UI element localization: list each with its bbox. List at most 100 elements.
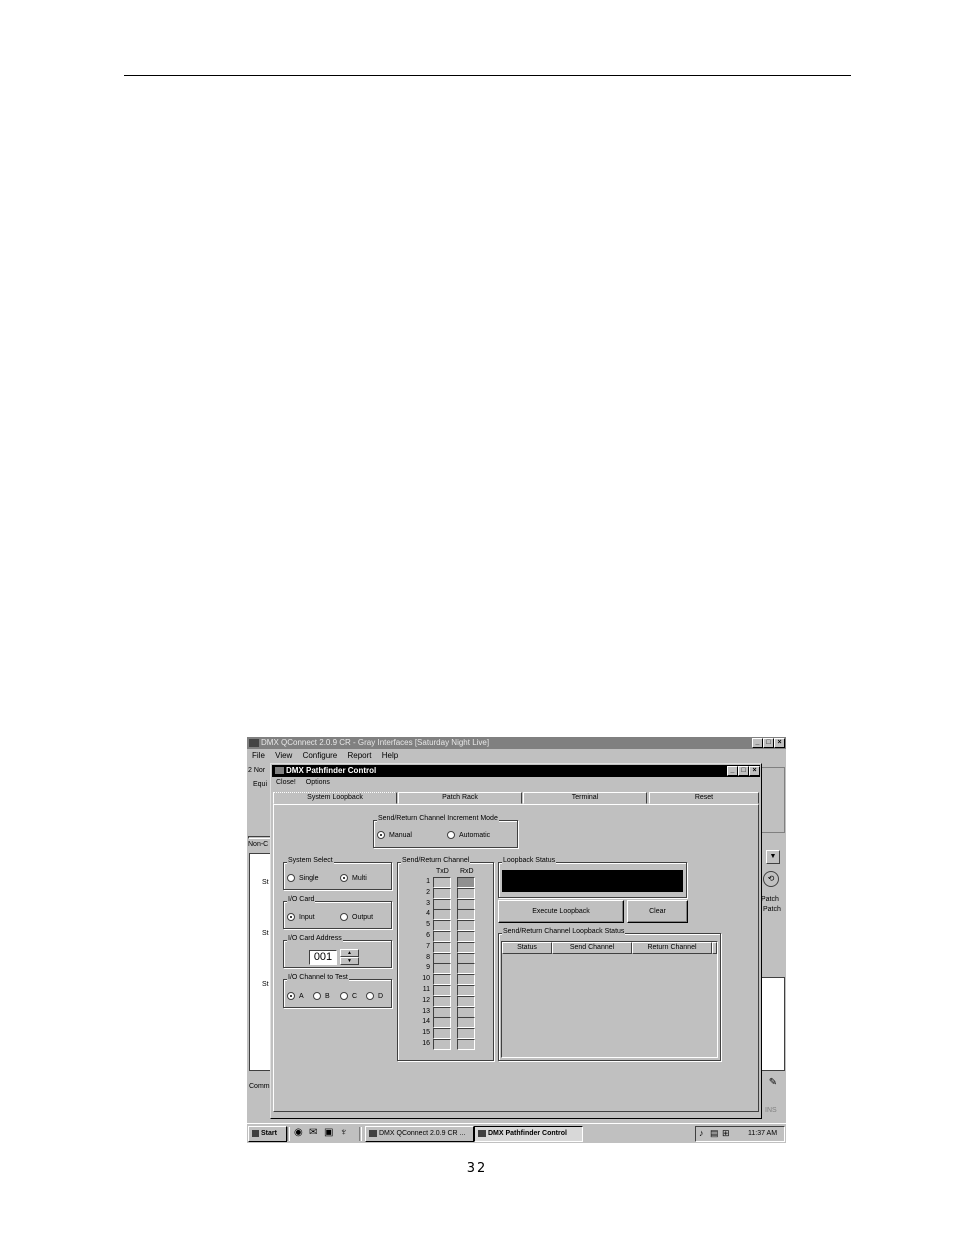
- radio-selected-icon: [287, 992, 295, 1000]
- rxd-indicator: [457, 1017, 475, 1029]
- increment-mode-group: Send/Return Channel Increment Mode Manua…: [373, 815, 518, 848]
- taskbar-separator: [359, 1127, 362, 1141]
- radio-selected-icon: [340, 874, 348, 882]
- radio-channel-d[interactable]: D: [366, 992, 383, 1000]
- screenshot-desktop: DMX QConnect 2.0.9 CR - Gray Interfaces …: [247, 737, 786, 1143]
- menu-configure[interactable]: Configure: [303, 751, 338, 760]
- task-pathfinder[interactable]: DMX Pathfinder Control: [474, 1126, 583, 1142]
- menu-file[interactable]: File: [252, 751, 265, 760]
- app-icon: [249, 738, 259, 747]
- clear-button[interactable]: Clear: [627, 900, 688, 923]
- txd-indicator: [433, 877, 451, 888]
- rxd-indicator: [457, 1028, 475, 1040]
- bg-frag-patch2: Patch: [763, 906, 781, 913]
- rxd-indicator: [457, 877, 475, 888]
- quicklaunch-channel-icon[interactable]: ♆: [340, 1127, 348, 1138]
- radio-output-label: Output: [352, 913, 374, 921]
- channel-row-number: 16: [422, 1040, 430, 1047]
- col-send-channel[interactable]: Send Channel: [552, 942, 632, 954]
- tab-terminal[interactable]: Terminal: [523, 792, 647, 804]
- bg-dropdown-arrow-icon[interactable]: ▼: [766, 850, 780, 864]
- io-card-address-field[interactable]: 001: [309, 950, 337, 965]
- rxd-indicator: [457, 898, 475, 910]
- txd-indicator: [433, 1028, 451, 1040]
- menu-view[interactable]: View: [275, 751, 292, 760]
- tab-strip: System Loopback Patch Rack Terminal Rese…: [273, 792, 759, 804]
- txd-indicator: [433, 931, 451, 942]
- start-button[interactable]: Start: [248, 1126, 287, 1142]
- bg-frag-equi: Equi: [253, 781, 268, 788]
- txd-indicator: [433, 985, 451, 996]
- system-tray: ♪ ▤ ⊞ 11:37 AM: [695, 1126, 785, 1142]
- patch-dial-icon[interactable]: ⟲: [763, 871, 779, 887]
- radio-manual-label: Manual: [389, 831, 412, 839]
- bg-divider: [248, 836, 272, 839]
- channel-row-number: 1: [426, 878, 430, 885]
- loopback-status-label: Loopback Status: [502, 857, 557, 864]
- radio-output[interactable]: Output: [340, 913, 373, 921]
- maximize-icon[interactable]: □: [763, 738, 774, 748]
- header-rule: [124, 75, 851, 76]
- radio-input-label: Input: [299, 913, 315, 921]
- channel-row-number: 14: [422, 1018, 430, 1026]
- loopback-status-display: [502, 870, 683, 892]
- radio-automatic[interactable]: Automatic: [447, 831, 490, 839]
- quicklaunch-browser-icon[interactable]: ◉: [294, 1127, 303, 1138]
- main-title-bar[interactable]: DMX QConnect 2.0.9 CR - Gray Interfaces …: [247, 737, 786, 749]
- tab-reset[interactable]: Reset: [649, 792, 759, 804]
- radio-input[interactable]: Input: [287, 913, 315, 921]
- close-icon[interactable]: ×: [774, 738, 785, 748]
- spin-down-icon[interactable]: ▼: [340, 957, 359, 965]
- rxd-indicator: [457, 941, 475, 953]
- radio-multi[interactable]: Multi: [340, 874, 367, 882]
- network-icon[interactable]: ⊞: [722, 1128, 730, 1139]
- channel-row-number: 13: [422, 1007, 430, 1015]
- rxd-indicator: [457, 931, 475, 942]
- windows-logo-icon: [252, 1129, 259, 1137]
- channel-row-number: 2: [426, 888, 430, 896]
- spin-up-icon[interactable]: ▲: [340, 949, 359, 957]
- menu-options[interactable]: Options: [306, 779, 330, 786]
- radio-channel-a[interactable]: A: [287, 992, 304, 1000]
- volume-icon[interactable]: ♪: [699, 1128, 704, 1138]
- menu-report[interactable]: Report: [347, 751, 371, 760]
- radio-channel-d-label: D: [378, 992, 384, 1000]
- task-qconnect[interactable]: DMX QConnect 2.0.9 CR ...: [365, 1126, 474, 1142]
- radio-single[interactable]: Single: [287, 874, 318, 882]
- dialog-title-bar[interactable]: DMX Pathfinder Control _ □ ×: [272, 765, 760, 777]
- bg-right-panel: [761, 767, 785, 833]
- tab-system-loopback[interactable]: System Loopback: [273, 792, 397, 804]
- dialog-close-icon[interactable]: ×: [749, 766, 760, 776]
- tray-app-icon[interactable]: ▤: [710, 1128, 719, 1139]
- execute-loopback-button[interactable]: Execute Loopback: [498, 900, 624, 923]
- rxd-indicator: [457, 985, 475, 996]
- wand-icon[interactable]: ✎: [764, 1077, 782, 1095]
- increment-mode-label: Send/Return Channel Increment Mode: [377, 815, 499, 822]
- rxd-indicator: [457, 1006, 475, 1018]
- minimize-icon[interactable]: _: [752, 738, 763, 748]
- tab-patch-rack[interactable]: Patch Rack: [398, 792, 522, 804]
- dialog-minimize-icon[interactable]: _: [727, 766, 738, 776]
- dialog-maximize-icon[interactable]: □: [738, 766, 749, 776]
- bg-frag-st2: St: [262, 930, 269, 937]
- radio-channel-b[interactable]: B: [313, 992, 330, 1000]
- quicklaunch-desktop-icon[interactable]: ▣: [324, 1127, 333, 1138]
- rxd-indicator: [457, 909, 475, 921]
- col-status[interactable]: Status: [502, 942, 552, 954]
- radio-manual[interactable]: Manual: [377, 831, 412, 839]
- bg-frag-patch1: Patch: [761, 896, 779, 903]
- quicklaunch-mail-icon[interactable]: ✉: [309, 1127, 317, 1138]
- txd-header: TxD: [436, 868, 449, 875]
- menu-close[interactable]: Close!: [276, 779, 296, 786]
- col-filler: [712, 942, 717, 954]
- loopback-status-table[interactable]: Status Send Channel Return Channel: [501, 941, 718, 1058]
- io-channel-group: I/O Channel to Test A B C D: [283, 974, 392, 1008]
- loopback-status-group: Loopback Status: [498, 857, 687, 898]
- channel-row-number: 5: [426, 921, 430, 929]
- menu-help[interactable]: Help: [382, 751, 398, 760]
- radio-channel-c[interactable]: C: [340, 992, 357, 1000]
- io-card-group: I/O Card Input Output: [283, 896, 392, 929]
- radio-unselected-icon: [447, 831, 455, 839]
- io-card-address-group: I/O Card Address 001 ▲ ▼: [283, 935, 392, 968]
- col-return-channel[interactable]: Return Channel: [632, 942, 712, 954]
